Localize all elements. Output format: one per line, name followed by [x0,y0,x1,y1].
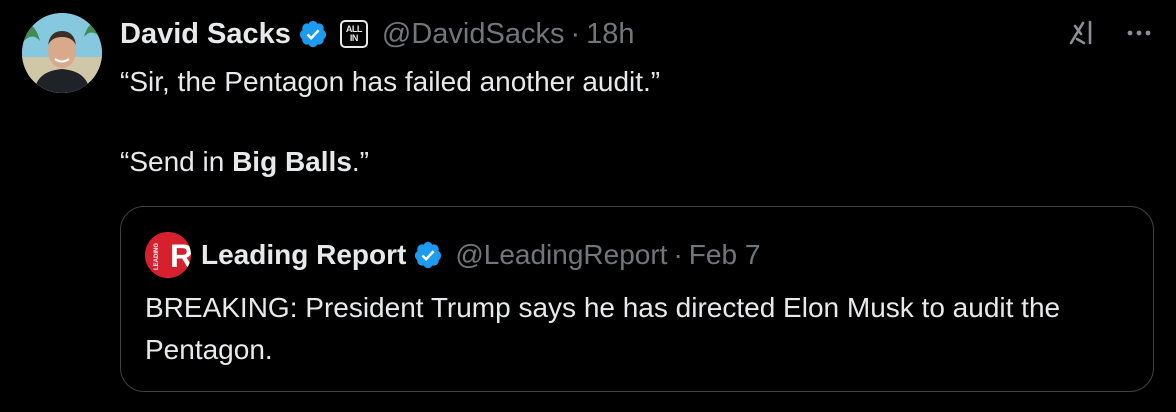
more-options-icon[interactable] [1122,16,1156,50]
tweet-text-line2-suffix: .” [351,146,369,177]
leading-report-logo[interactable]: R LEADING [145,232,191,278]
avatar[interactable] [22,13,102,93]
affiliate-badge-icon[interactable]: ALL IN [339,20,368,48]
tweet-text-line2-prefix: “Send in [120,146,233,177]
tweet-header: David Sacks ALL IN @DavidSacks · 18h [120,14,635,54]
author-name[interactable]: David Sacks [120,18,291,51]
timestamp[interactable]: 18h [586,18,634,51]
avatar-photo [22,13,102,93]
logo-letter: R [170,238,191,274]
separator-dot: · [570,17,581,50]
separator-dot: · [673,239,683,270]
quoted-tweet-header: R LEADING Leading Report @LeadingReport … [145,232,761,278]
tweet-text-line1: “Sir, the Pentagon has failed another au… [120,66,661,97]
tweet-text-bold: Big Balls [232,146,352,177]
grok-icon[interactable] [1064,16,1098,50]
quoted-timestamp[interactable]: Feb 7 [689,239,761,271]
verified-badge-icon[interactable] [413,240,443,270]
tweet-text: “Sir, the Pentagon has failed another au… [120,60,660,184]
quoted-author-name[interactable]: Leading Report [201,239,406,271]
logo-side-text: LEADING [154,243,160,270]
affiliate-badge-bottom: IN [349,33,359,43]
quoted-tweet[interactable]: R LEADING Leading Report @LeadingReport … [120,206,1154,392]
tweet-card[interactable]: David Sacks ALL IN @DavidSacks · 18h “Si… [0,0,1176,412]
leading-report-logo-mark: R LEADING [145,232,191,278]
tweet-text-line2: “Send in Big Balls.” [120,140,660,184]
quoted-tweet-text: BREAKING: President Trump says he has di… [145,292,1061,365]
tweet-actions-top [1064,16,1156,50]
author-handle[interactable]: @DavidSacks [382,18,565,51]
verified-badge-icon[interactable] [298,19,328,49]
quoted-author-handle[interactable]: @LeadingReport [455,239,667,271]
